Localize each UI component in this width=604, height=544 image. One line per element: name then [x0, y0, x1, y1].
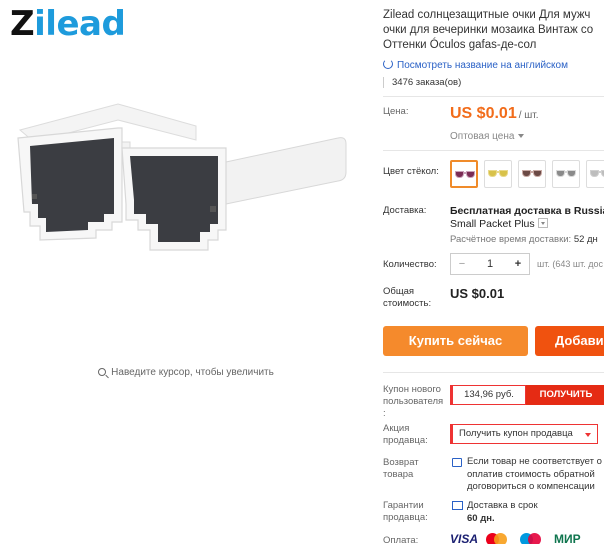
lens-color-options: [450, 160, 604, 188]
divider: [383, 96, 604, 97]
delivery-option[interactable]: Бесплатная доставка в Russian Small Pack…: [450, 205, 604, 231]
new-user-coupon-label: Купон нового пользователя :: [383, 384, 447, 420]
quantity-label: Количество:: [383, 259, 437, 270]
zoom-hint-text: Наведите курсор, чтобы увеличить: [111, 367, 274, 378]
price-unit: / шт.: [518, 110, 539, 121]
title-line: Zilead солнцезащитные очки Для мужч: [383, 9, 591, 21]
wholesale-price-dropdown[interactable]: Оптовая цена: [450, 131, 524, 142]
title-line: очки для вечеринки мозаика Винтаж со: [383, 24, 594, 36]
logo-letter-z: Z: [10, 4, 35, 44]
quantity-stepper: − 1 +: [450, 253, 530, 275]
product-gallery: Zilead Наведите курсор, чтобы увеличить: [0, 0, 366, 544]
mastercard-icon: [486, 532, 512, 544]
coupon-label-line: пользователя: [383, 396, 444, 407]
return-policy-text: Если товар не соответствует о оплатив ст…: [467, 456, 602, 494]
zoom-hint: Наведите курсор, чтобы увеличить: [0, 367, 372, 378]
total-label-line: стоимость:: [383, 298, 432, 309]
add-to-cart-button[interactable]: Добави: [535, 326, 604, 356]
sunglasses-thumbnail-icon: [455, 171, 475, 178]
seller-promo-label-line: Акция: [383, 423, 410, 434]
new-user-coupon: 134,96 руб. ПОЛУЧИТЬ: [450, 385, 604, 405]
orders-count: 3476 заказа(ов): [383, 77, 461, 88]
quantity-input[interactable]: 1: [473, 258, 507, 270]
product-title: Zilead солнцезащитные очки Для мужч очки…: [383, 8, 604, 53]
stock-available: шт. (643 шт. дос: [537, 259, 603, 269]
lens-color-swatch[interactable]: [518, 160, 546, 188]
price-amount: US $0.01: [450, 105, 517, 122]
magnifier-icon: [98, 368, 107, 376]
guarantee-line: Доставка в срок: [467, 500, 538, 511]
sunglasses-thumbnail-icon: [488, 170, 508, 177]
guarantee-label-line: продавца:: [383, 512, 428, 523]
chevron-down-icon[interactable]: [537, 218, 548, 228]
delivery-truck-icon: [452, 501, 463, 510]
total-label: Общая стоимость:: [383, 286, 431, 310]
mir-icon: МИР: [554, 532, 581, 544]
quantity-decrease-button[interactable]: −: [451, 258, 473, 270]
guarantee-label-line: Гарантии: [383, 500, 424, 511]
guarantee-text: Доставка в срок 60 дн.: [467, 499, 538, 525]
maestro-icon: [520, 532, 546, 544]
product-info: Zilead солнцезащитные очки Для мужч очки…: [383, 0, 604, 544]
lens-color-swatch[interactable]: [586, 160, 604, 188]
coupon-label-line: Купон нового: [383, 384, 441, 395]
translate-icon: [383, 59, 393, 69]
product-image[interactable]: [0, 44, 366, 360]
returns-label: Возврат товара: [383, 457, 419, 481]
return-policy-icon: [452, 458, 462, 467]
eta-value: 52 дн: [573, 234, 598, 245]
coupon-amount: 134,96 руб.: [450, 385, 526, 405]
visa-icon: VISA: [450, 532, 479, 544]
brand-logo[interactable]: Zilead: [10, 4, 126, 44]
seller-promo-label: Акция продавца:: [383, 423, 428, 447]
total-label-line: Общая: [383, 286, 415, 297]
total-value: US $0.01: [450, 286, 505, 301]
guarantee-days: 60 дн.: [467, 513, 495, 524]
sunglasses-thumbnail-icon: [590, 170, 604, 177]
divider: [383, 372, 604, 373]
lens-color-swatch[interactable]: [552, 160, 580, 188]
sunglasses-thumbnail-icon: [522, 170, 542, 177]
get-seller-coupon-dropdown[interactable]: Получить купон продавца: [450, 424, 598, 444]
translate-link-label: Посмотреть название на английском: [397, 60, 568, 71]
returns-label-line: товара: [383, 469, 414, 480]
translate-title-link[interactable]: Посмотреть название на английском: [383, 59, 568, 71]
eta-label: Расчётное время доставки:: [450, 234, 572, 245]
sunglasses-image: [17, 103, 347, 251]
coupon-label-line: :: [383, 408, 386, 419]
return-policy-line: оплатив стоимость обратной: [467, 468, 595, 480]
sunglasses-thumbnail-icon: [556, 170, 576, 177]
lens-color-label: Цвет стёкол:: [383, 166, 439, 177]
quantity-increase-button[interactable]: +: [507, 258, 529, 270]
delivery-label: Доставка:: [383, 205, 427, 216]
divider: [383, 150, 604, 151]
delivery-line: Бесплатная доставка в Russian: [450, 205, 604, 217]
return-policy-line: Если товар не соответствует о: [467, 456, 602, 467]
delivery-method: Small Packet Plus: [450, 218, 535, 230]
price-value: US $0.01/ шт.: [450, 105, 539, 123]
lens-color-swatch[interactable]: [484, 160, 512, 188]
logo-text: ilead: [34, 4, 126, 44]
buy-now-button[interactable]: Купить сейчас: [383, 326, 528, 356]
lens-color-swatch[interactable]: [450, 160, 478, 188]
seller-guarantee-label: Гарантии продавца:: [383, 500, 428, 524]
return-policy-line: договориться о компенсации: [467, 481, 595, 492]
title-line: Оттенки Óculos gafas-де-сол: [383, 39, 537, 51]
product-page: Zilead Наведите курсор, чтобы увеличить …: [0, 0, 604, 544]
returns-label-line: Возврат: [383, 457, 419, 468]
payment-methods: VISA МИР: [450, 532, 589, 544]
get-coupon-button[interactable]: ПОЛУЧИТЬ: [526, 385, 604, 405]
price-label: Цена:: [383, 106, 409, 117]
seller-promo-label-line: продавца:: [383, 435, 428, 446]
delivery-eta: Расчётное время доставки: 52 дн: [450, 234, 598, 245]
payment-label: Оплата:: [383, 535, 419, 544]
